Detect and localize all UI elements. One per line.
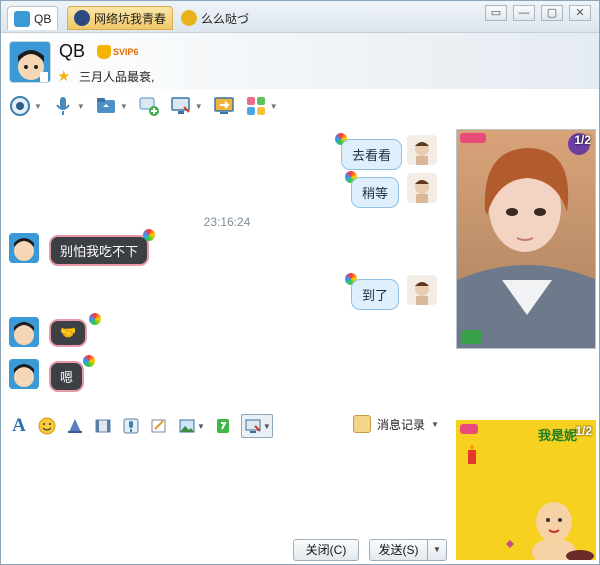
screen-share-icon xyxy=(171,97,190,114)
page-indicator: 1/2 xyxy=(574,133,591,147)
chevron-down-icon[interactable]: ▼ xyxy=(263,422,271,431)
send-button-group: 发送(S) ▼ xyxy=(369,539,447,561)
message-list: 去看看 稍等 23:16:24 别怕我吃不下 到了 🤝 嗯 xyxy=(1,123,453,409)
contact-avatar-icon xyxy=(14,10,30,27)
message-bubble[interactable]: 去看看 xyxy=(341,139,403,170)
tab-contact-3[interactable]: 么么哒づ xyxy=(175,6,255,30)
avatar-image xyxy=(415,180,429,203)
contact-name: QB xyxy=(59,41,86,61)
contact-avatar-icon xyxy=(74,10,90,26)
video-clip-icon[interactable] xyxy=(93,416,113,436)
signature-text: 三月人品最衰, xyxy=(79,70,155,84)
page-indicator: 1/2 xyxy=(575,424,592,438)
gift-icon[interactable] xyxy=(213,416,233,436)
avatar-image xyxy=(9,317,39,347)
tab-contact-2[interactable]: 网络坑我青春 xyxy=(67,6,174,30)
message-bubble[interactable]: 别怕我吃不下 xyxy=(49,235,150,266)
tab-label: 网络坑我青春 xyxy=(94,11,167,26)
svip-badge[interactable]: SVIP6 xyxy=(97,45,139,59)
voice-message-icon[interactable] xyxy=(121,416,141,436)
avatar[interactable] xyxy=(9,359,39,389)
font-icon[interactable]: A xyxy=(9,415,29,436)
screenshot-button[interactable]: ▼ xyxy=(240,414,273,438)
action-toolbar: ▼ ▼ ▼ ▼ ▼ xyxy=(1,89,599,123)
send-button[interactable]: 发送(S) xyxy=(370,540,428,560)
video-image xyxy=(457,130,595,348)
voice-call-button[interactable]: ▼ xyxy=(52,95,85,117)
history-icon xyxy=(353,415,371,433)
history-label: 消息记录 xyxy=(377,417,426,432)
apps-button[interactable]: ▼ xyxy=(245,95,278,117)
chevron-down-icon[interactable]: ▼ xyxy=(34,102,42,111)
star-icon: ★ xyxy=(57,67,71,85)
avatar[interactable] xyxy=(407,135,437,165)
message-history-button[interactable]: 消息记录 ▼ xyxy=(353,415,439,433)
avatar[interactable] xyxy=(407,275,437,305)
new-discussion-icon xyxy=(139,97,159,116)
message-bubble[interactable]: 🤝 xyxy=(49,319,88,347)
message-bubble[interactable]: 稍等 xyxy=(351,177,400,208)
tab-qb[interactable]: QB xyxy=(7,6,59,30)
bubble-decoration-icon xyxy=(83,355,95,367)
remote-assist-icon xyxy=(213,97,234,114)
close-window-button[interactable]: ✕ xyxy=(569,5,591,21)
scribble-icon[interactable] xyxy=(149,416,169,436)
screenshot-icon xyxy=(243,416,263,436)
message-input[interactable] xyxy=(1,443,453,533)
send-options-chevron-icon[interactable]: ▼ xyxy=(428,540,446,560)
screen-share-button[interactable]: ▼ xyxy=(170,95,203,117)
chevron-down-icon[interactable]: ▼ xyxy=(270,102,278,111)
avatar[interactable] xyxy=(9,317,39,347)
microphone-icon xyxy=(56,97,70,115)
apps-icon xyxy=(246,97,265,115)
video-panel[interactable]: 1/2 xyxy=(456,129,596,349)
avatar-image xyxy=(9,359,39,389)
footer: 关闭(C) 发送(S) ▼ xyxy=(1,535,453,564)
avatar-image xyxy=(415,142,429,165)
maximize-button[interactable]: ▢ xyxy=(541,5,563,21)
message-bubble[interactable]: 到了 xyxy=(351,279,400,310)
chat-window: QB 网络坑我青春 么么哒づ ▭ — ▢ ✕ QB SVIP6 ★ 三月人品最衰… xyxy=(0,0,600,565)
pin-button[interactable]: ▭ xyxy=(485,5,507,21)
show-panel[interactable]: 我是妮 1/2 xyxy=(456,420,596,560)
remote-assist-button[interactable] xyxy=(213,95,235,117)
magic-icon[interactable] xyxy=(65,416,85,436)
avatar-image xyxy=(415,282,429,305)
file-transfer-button[interactable]: ▼ xyxy=(95,95,128,117)
message-timestamp: 23:16:24 xyxy=(203,215,251,229)
folder-icon xyxy=(96,98,115,113)
bubble-decoration-icon xyxy=(89,313,101,325)
contact-header: QB SVIP6 ★ 三月人品最衰, xyxy=(1,33,599,89)
tab-bar: QB 网络坑我青春 么么哒づ ▭ — ▢ ✕ xyxy=(1,1,599,33)
signature-row: ★ 三月人品最衰, xyxy=(57,68,154,85)
emoji-icon[interactable] xyxy=(37,416,57,436)
tab-label: 么么哒づ xyxy=(201,11,250,26)
tab-label: QB xyxy=(34,11,52,26)
image-button[interactable]: ▼ xyxy=(177,416,205,436)
video-call-button[interactable]: ▼ xyxy=(9,95,42,117)
new-discussion-button[interactable] xyxy=(138,95,160,117)
avatar-image xyxy=(10,42,50,82)
avatar[interactable] xyxy=(9,41,51,83)
message-bubble[interactable]: 嗯 xyxy=(49,361,85,392)
chevron-down-icon[interactable]: ▼ xyxy=(120,102,128,111)
image-icon xyxy=(177,416,197,436)
svip-label: SVIP6 xyxy=(113,47,139,57)
avatar-image xyxy=(9,233,39,263)
chevron-down-icon[interactable]: ▼ xyxy=(431,420,439,429)
chevron-down-icon[interactable]: ▼ xyxy=(195,102,203,111)
chevron-down-icon[interactable]: ▼ xyxy=(77,102,85,111)
close-button[interactable]: 关闭(C) xyxy=(293,539,359,561)
minimize-button[interactable]: — xyxy=(513,5,535,21)
bubble-decoration-icon xyxy=(143,229,155,241)
chevron-down-icon[interactable]: ▼ xyxy=(197,422,205,431)
show-title: 我是妮 xyxy=(538,428,578,443)
camera-icon xyxy=(10,96,30,116)
avatar[interactable] xyxy=(9,233,39,263)
contact-avatar-icon xyxy=(181,10,197,26)
crown-icon xyxy=(97,45,111,59)
avatar[interactable] xyxy=(407,173,437,203)
